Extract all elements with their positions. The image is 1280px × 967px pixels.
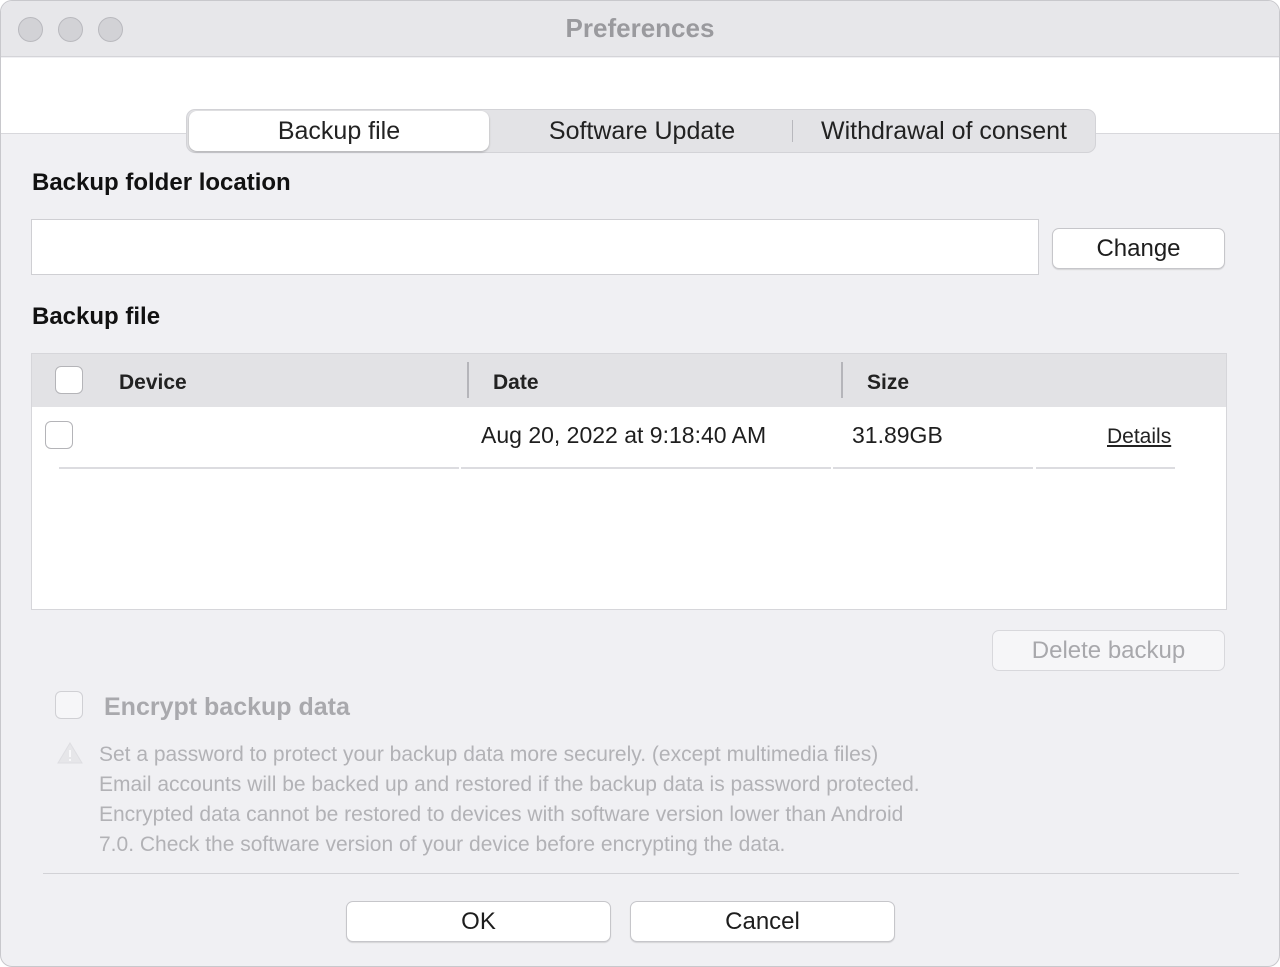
tab-divider — [792, 120, 793, 142]
window-title: Preferences — [565, 13, 715, 43]
tab-withdrawal-of-consent[interactable]: Withdrawal of consent — [794, 110, 1094, 152]
preferences-window: Preferences Backup file Software Update … — [0, 0, 1280, 967]
cancel-button[interactable]: Cancel — [630, 901, 895, 942]
table-row[interactable]: Aug 20, 2022 at 9:18:40 AM 31.89GB Detai… — [32, 407, 1226, 469]
encrypt-backup-checkbox[interactable] — [55, 691, 83, 719]
column-header-date[interactable]: Date — [493, 371, 539, 395]
column-header-size[interactable]: Size — [867, 371, 909, 395]
column-divider[interactable] — [841, 362, 843, 398]
row-divider — [1036, 467, 1175, 469]
change-folder-button[interactable]: Change — [1052, 228, 1225, 269]
ok-button[interactable]: OK — [346, 901, 611, 942]
backup-folder-path-input[interactable] — [32, 220, 1038, 274]
select-all-checkbox[interactable] — [55, 366, 83, 394]
warning-icon — [57, 742, 83, 764]
backup-folder-path-field[interactable] — [31, 219, 1039, 275]
warning-line: 7.0. Check the software version of your … — [99, 833, 786, 856]
column-divider[interactable] — [467, 362, 469, 398]
encrypt-warning-text: Set a password to protect your backup da… — [99, 740, 999, 860]
backup-file-heading: Backup file — [32, 303, 161, 330]
warning-line: Set a password to protect your backup da… — [99, 743, 879, 766]
warning-line: Email accounts will be backed up and res… — [99, 773, 920, 796]
table-header: Device Date Size — [32, 354, 1226, 407]
row-date: Aug 20, 2022 at 9:18:40 AM — [481, 422, 767, 448]
backup-folder-heading: Backup folder location — [32, 169, 291, 196]
row-divider — [833, 467, 1033, 469]
tab-backup-file[interactable]: Backup file — [189, 111, 489, 151]
encrypt-backup-label: Encrypt backup data — [104, 693, 350, 721]
row-divider — [59, 467, 459, 469]
delete-backup-button[interactable]: Delete backup — [992, 630, 1225, 671]
footer-divider — [43, 873, 1239, 874]
row-size: 31.89GB — [852, 422, 943, 448]
title-bar: Preferences — [1, 1, 1279, 57]
column-header-device[interactable]: Device — [119, 371, 187, 395]
tab-software-update[interactable]: Software Update — [492, 110, 792, 152]
details-link[interactable]: Details — [1107, 425, 1171, 449]
row-divider — [461, 467, 831, 469]
warning-line: Encrypted data cannot be restored to dev… — [99, 803, 904, 826]
backup-table: Device Date Size Aug 20, 2022 at 9:18:40… — [31, 353, 1227, 610]
tab-bar: Backup file Software Update Withdrawal o… — [186, 109, 1096, 153]
